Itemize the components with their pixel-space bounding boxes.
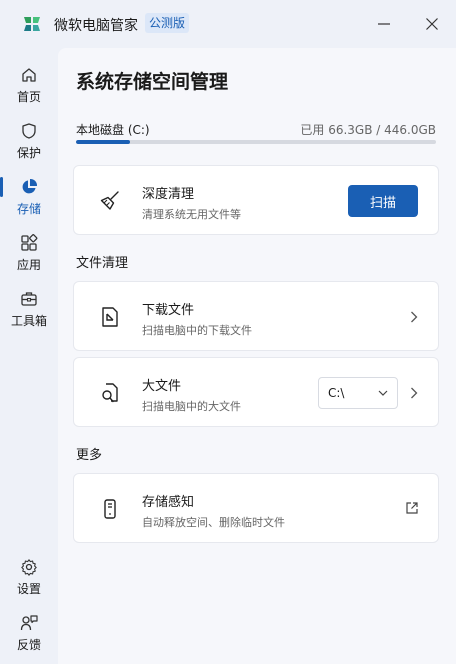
- sidebar: 首页 保护 存储 应用 工具箱 设置 反馈: [0, 48, 58, 664]
- deep-clean-subtitle: 清理系统无用文件等: [142, 208, 241, 221]
- downloads-title: 下载文件: [142, 303, 195, 318]
- downloads-card[interactable]: 下载文件 扫描电脑中的下载文件: [73, 281, 439, 351]
- sidebar-item-protect[interactable]: 保护: [0, 122, 58, 170]
- chevron-right-icon: [408, 311, 420, 323]
- app-logo-icon: [24, 17, 40, 31]
- disk-usage-bar-fill: [76, 140, 130, 144]
- title-bar: 微软电脑管家 公测版: [0, 0, 456, 48]
- drive-select[interactable]: C:\: [318, 377, 398, 409]
- main-content: 系统存储空间管理 本地磁盘 (C:) 已用 66.3GB / 446.0GB 深…: [58, 48, 456, 664]
- deep-clean-title: 深度清理: [142, 187, 195, 202]
- chevron-down-icon: [378, 390, 388, 396]
- shield-icon: [22, 123, 36, 139]
- disk-label: 本地磁盘 (C:): [76, 123, 150, 137]
- app-title: 微软电脑管家: [54, 18, 138, 34]
- storage-sense-card[interactable]: 存储感知 自动释放空间、删除临时文件: [73, 473, 439, 543]
- sidebar-item-settings[interactable]: 设置: [0, 558, 58, 606]
- sidebar-item-toolbox[interactable]: 工具箱: [0, 290, 58, 338]
- page-title: 系统存储空间管理: [76, 71, 229, 93]
- drive-select-value: C:\: [328, 386, 345, 400]
- sidebar-item-storage[interactable]: 存储: [0, 178, 58, 226]
- storage-sense-subtitle: 自动释放空间、删除临时文件: [142, 516, 285, 529]
- external-link-icon: [406, 502, 418, 514]
- file-clean-section-label: 文件清理: [76, 256, 129, 271]
- close-button[interactable]: [420, 12, 444, 36]
- scan-button[interactable]: 扫描: [348, 185, 418, 217]
- large-files-subtitle: 扫描电脑中的大文件: [142, 400, 241, 413]
- downloads-subtitle: 扫描电脑中的下载文件: [142, 324, 252, 337]
- sidebar-item-label: 反馈: [16, 638, 41, 652]
- disk-usage: 已用 66.3GB / 446.0GB: [300, 123, 436, 137]
- sidebar-item-label: 存储: [16, 202, 41, 216]
- broom-icon: [98, 189, 122, 213]
- pie-chart-icon: [22, 178, 38, 194]
- sidebar-item-feedback[interactable]: 反馈: [0, 614, 58, 662]
- close-icon: [426, 18, 438, 30]
- download-file-icon: [98, 305, 122, 329]
- sidebar-item-label: 首页: [16, 90, 41, 104]
- minimize-icon: [378, 23, 390, 25]
- gear-icon: [21, 559, 37, 576]
- chevron-right-icon: [408, 387, 420, 399]
- sidebar-item-label: 工具箱: [10, 314, 47, 328]
- beta-badge: 公测版: [145, 13, 190, 33]
- feedback-icon: [20, 615, 38, 631]
- sidebar-item-home[interactable]: 首页: [0, 66, 58, 114]
- sidebar-item-label: 设置: [16, 582, 41, 596]
- large-files-card[interactable]: 大文件 扫描电脑中的大文件 C:\: [73, 357, 439, 427]
- large-files-title: 大文件: [142, 379, 182, 394]
- toolbox-icon: [21, 292, 37, 306]
- disk-usage-bar: [76, 140, 436, 144]
- sidebar-item-label: 应用: [16, 258, 41, 272]
- sidebar-item-label: 保护: [16, 146, 41, 160]
- more-section-label: 更多: [76, 448, 103, 463]
- file-search-icon: [98, 381, 122, 405]
- home-icon: [22, 68, 36, 82]
- deep-clean-card: 深度清理 清理系统无用文件等 扫描: [73, 165, 439, 235]
- storage-sense-title: 存储感知: [142, 495, 195, 510]
- apps-icon: [21, 234, 38, 251]
- sidebar-item-apps[interactable]: 应用: [0, 234, 58, 282]
- storage-device-icon: [98, 497, 122, 521]
- minimize-button[interactable]: [372, 12, 396, 36]
